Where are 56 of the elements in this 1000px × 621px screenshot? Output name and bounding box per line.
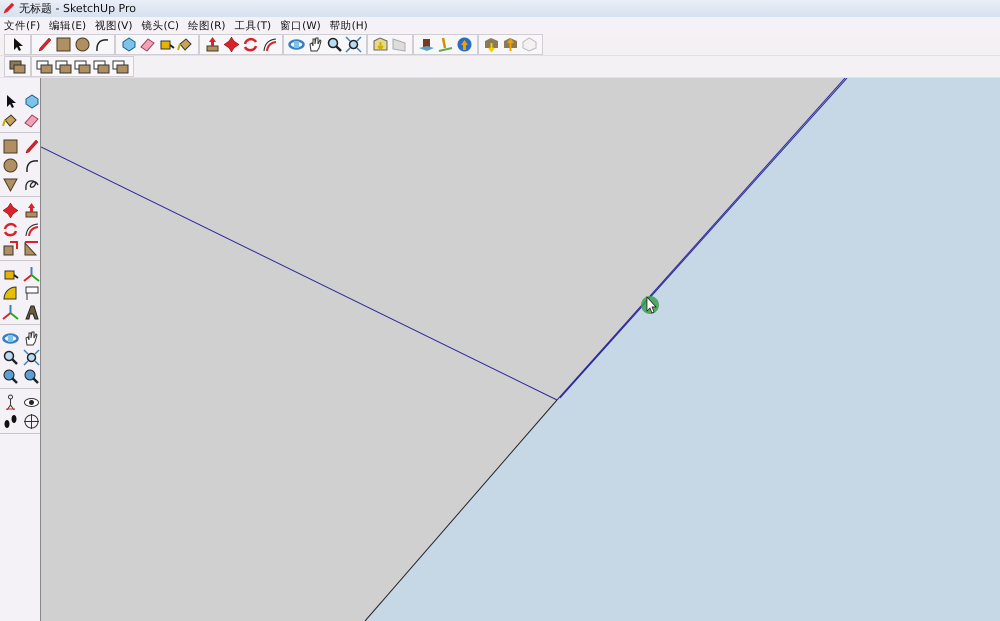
eraser-icon[interactable] — [23, 112, 40, 129]
view-box-icon[interactable] — [112, 58, 129, 75]
triangle-icon[interactable] — [2, 176, 19, 193]
app-icon — [2, 2, 15, 15]
move-icon[interactable] — [2, 202, 19, 219]
zoom-window-icon[interactable] — [2, 368, 19, 385]
protractor-icon[interactable] — [2, 285, 19, 302]
letter-icon[interactable] — [23, 304, 40, 321]
view-box-icon[interactable] — [36, 58, 53, 75]
square-icon[interactable] — [55, 36, 72, 53]
push-pull-icon[interactable] — [23, 202, 40, 219]
axes-icon[interactable] — [23, 266, 40, 283]
box-download-icon[interactable] — [483, 36, 500, 53]
move-icon[interactable] — [223, 36, 240, 53]
arc-icon[interactable] — [23, 157, 40, 174]
text-tag-icon[interactable] — [23, 285, 40, 302]
pencil-icon[interactable] — [36, 36, 53, 53]
circle-icon[interactable] — [2, 157, 19, 174]
square-icon[interactable] — [2, 138, 19, 155]
footsteps-icon[interactable] — [2, 413, 19, 430]
zoom-window-icon[interactable] — [23, 368, 40, 385]
zoom-extents-icon[interactable] — [23, 349, 40, 366]
menu-item[interactable]: 帮助(H) — [330, 18, 368, 32]
menu-item[interactable]: 镜头(C) — [141, 18, 179, 32]
curve-icon[interactable] — [261, 36, 278, 53]
push-pull-icon[interactable] — [204, 36, 221, 53]
menu-item[interactable]: 文件(F) — [4, 18, 40, 32]
layers-icon[interactable] — [9, 58, 26, 75]
rotate-icon[interactable] — [242, 36, 259, 53]
menu-item[interactable]: 绘图(R) — [188, 18, 226, 32]
scale-icon[interactable] — [2, 240, 19, 257]
hand-icon[interactable] — [23, 330, 40, 347]
building-icon[interactable] — [418, 36, 435, 53]
zoom-icon[interactable] — [2, 349, 19, 366]
globe-icon[interactable] — [456, 36, 473, 53]
hand-icon[interactable] — [307, 36, 324, 53]
compass-icon[interactable] — [23, 413, 40, 430]
window-title: 无标题 - SketchUp Pro — [19, 1, 136, 16]
arc-icon[interactable] — [93, 36, 110, 53]
menu-item[interactable]: 窗口(W) — [280, 18, 321, 32]
menu-item[interactable]: 工具(T) — [234, 18, 272, 32]
view-box-icon[interactable] — [74, 58, 91, 75]
menu-item[interactable]: 视图(V) — [95, 18, 132, 32]
curve-icon[interactable] — [23, 221, 40, 238]
cursor-icon — [641, 296, 659, 314]
menu-item[interactable]: 编辑(E) — [49, 18, 86, 32]
zoom-icon[interactable] — [326, 36, 343, 53]
eraser-icon[interactable] — [139, 36, 156, 53]
box-upload-icon[interactable] — [502, 36, 519, 53]
pencil-icon[interactable] — [23, 138, 40, 155]
axes-icon[interactable] — [2, 304, 19, 321]
rotate-icon[interactable] — [2, 221, 19, 238]
circle-icon[interactable] — [74, 36, 91, 53]
zoom-extents-icon[interactable] — [345, 36, 362, 53]
view-box-icon[interactable] — [55, 58, 72, 75]
view-box-icon[interactable] — [93, 58, 110, 75]
